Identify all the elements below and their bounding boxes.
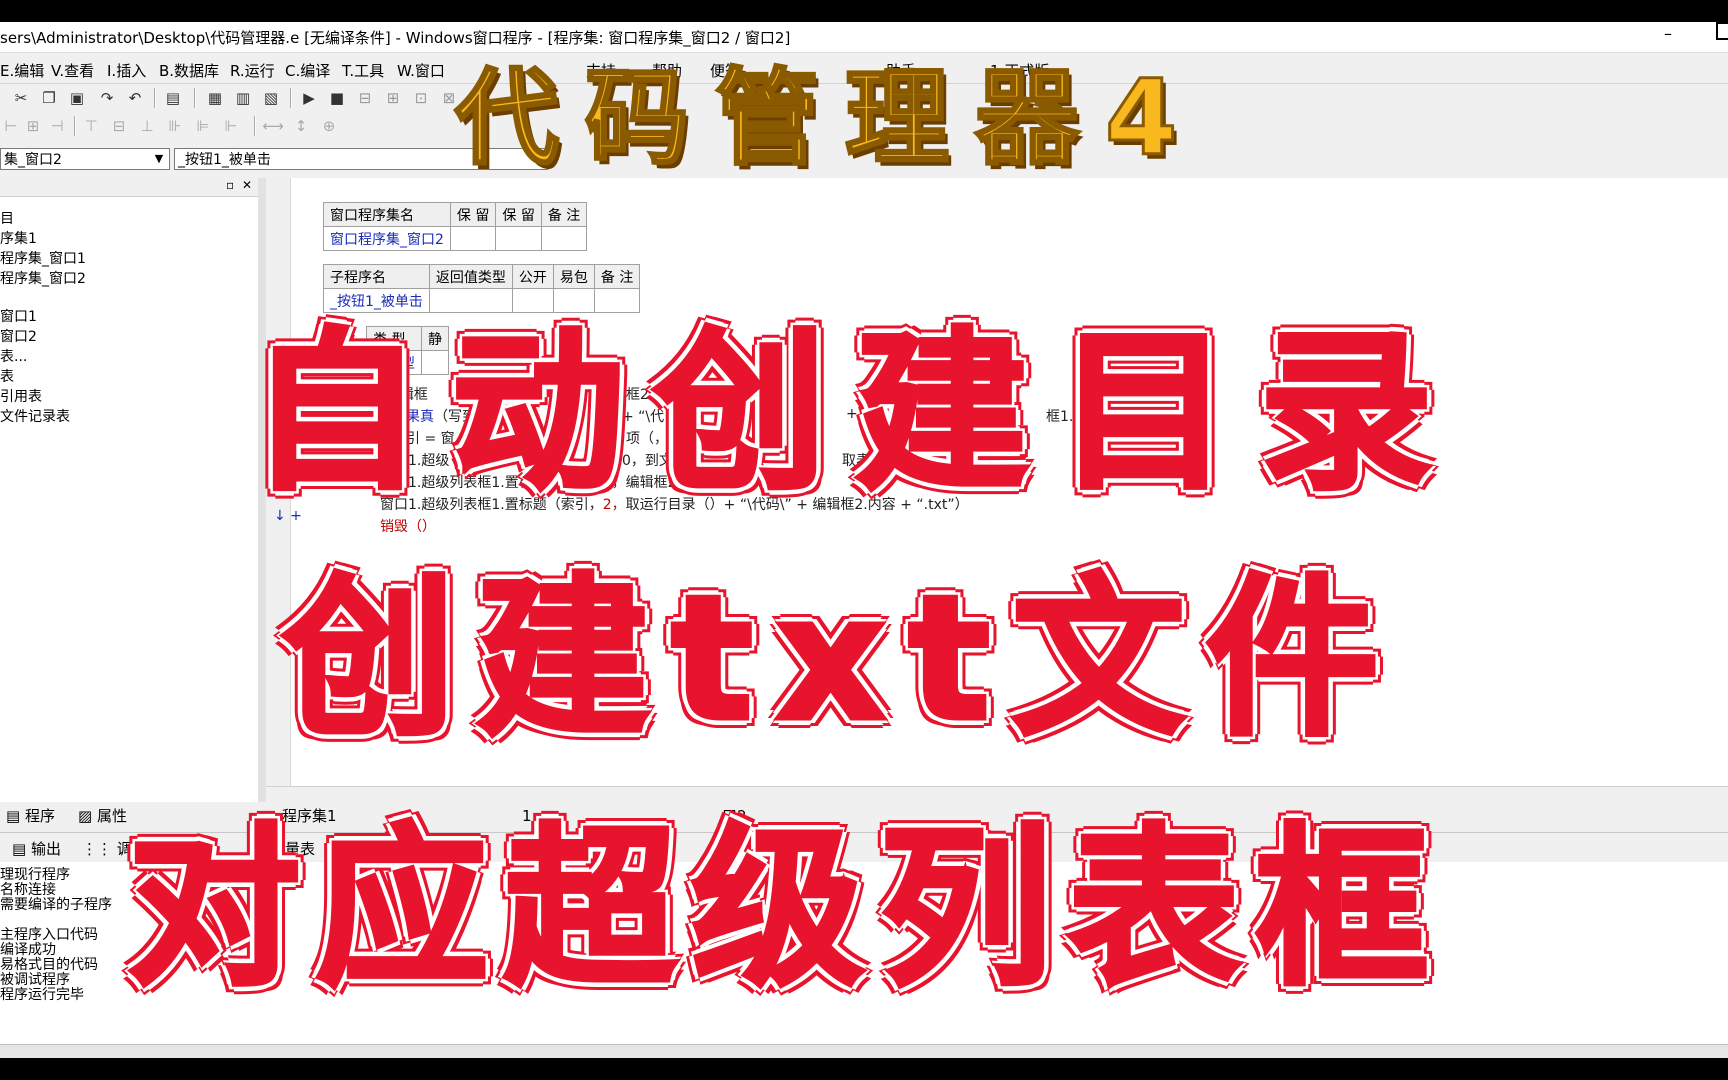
tab-program-label: 程序 [24,807,55,825]
toolbar-separator [154,88,156,108]
menu-view[interactable]: V.查看 [51,60,94,81]
menu-database[interactable]: B.数据库 [159,60,219,81]
align-middle-icon[interactable]: ⊟ [108,115,130,137]
table-cell[interactable] [540,226,588,251]
menu-run[interactable]: R.运行 [230,60,275,81]
align-top-icon[interactable]: ⊤ [80,115,102,137]
assembly-select[interactable]: 集_窗口2 ▼ [0,148,170,170]
same-size-icon[interactable]: ⊩ [220,115,242,137]
stop-icon[interactable]: ■ [326,87,348,109]
toolbar-separator [194,88,196,108]
copy-icon[interactable]: ❐ [38,87,60,109]
layout2-icon[interactable]: ▥ [232,87,254,109]
tree-item[interactable]: 程序集_窗口1 [0,248,86,268]
status-bar [0,1044,1728,1058]
menu-insert[interactable]: I.插入 [107,60,146,81]
tree-item[interactable]: 窗口1 [0,306,37,326]
tab-properties-label: 属性 [96,807,127,825]
assembly-select-value: 集_窗口2 [4,152,62,168]
overlay-caption-3: 对应超级列表框 [126,806,1444,1012]
overlay-title: 代码管理器4 [453,56,1204,181]
step-icon[interactable]: ⊟ [354,87,376,109]
align-left-icon[interactable]: ⊢ [0,115,22,137]
toolbar-separator [254,116,256,136]
float-icon[interactable]: ▫ [226,178,234,192]
redo-icon[interactable]: ↷ [96,87,118,109]
project-panel-header: ▫ ✕ [0,178,258,197]
tab-output-label: 输出 [30,840,61,858]
table-header: 保 留 [495,202,542,227]
tab-program[interactable]: ▤ 程序 [6,805,55,827]
table-header: 保 留 [449,202,497,227]
cut-icon[interactable]: ✂ [10,87,32,109]
maximize-button[interactable] [1716,22,1728,40]
paste-icon[interactable]: ▣ [66,87,88,109]
step-out-icon[interactable]: ⊡ [410,87,432,109]
menu-compile[interactable]: C.编译 [285,60,330,81]
menu-edit[interactable]: E.编辑 [0,60,44,81]
step-into-icon[interactable]: ⊞ [382,87,404,109]
toolbar-separator [74,116,76,136]
menu-tools[interactable]: T.工具 [342,60,384,81]
tree-item[interactable]: 表 [0,366,14,386]
center-icon[interactable]: ⊕ [318,115,340,137]
overlay-caption-2: 创建txt文件 [280,556,1401,762]
project-panel: ▫ ✕ 目 序集1 程序集_窗口1 程序集_窗口2 窗口1 窗口2 表... 表… [0,178,260,802]
subroutine-select-value: _按钮1_被单击 [178,152,271,168]
close-icon[interactable]: ✕ [242,178,252,192]
same-width-icon[interactable]: ⟷ [262,115,284,137]
run-icon[interactable]: ▶ [298,87,320,109]
tree-item[interactable]: 目 [0,208,14,228]
tab-output[interactable]: ▤ 输出 [12,838,61,860]
assembly-name-cell[interactable]: 窗口程序集_窗口2 [323,226,451,251]
space-v-icon[interactable]: ⊫ [192,115,214,137]
tree-item[interactable]: 表... [0,346,27,366]
layout3-icon[interactable]: ▧ [260,87,282,109]
table-header: 窗口程序集名 [323,202,451,227]
table-header: 备 注 [540,202,588,227]
minimize-button[interactable]: – [1664,24,1672,43]
tree-item[interactable]: 程序集_窗口2 [0,268,86,288]
table-cell[interactable] [495,226,542,251]
tree-item[interactable]: 窗口2 [0,326,37,346]
undo-icon[interactable]: ↶ [124,87,146,109]
menu-window[interactable]: W.窗口 [397,60,445,81]
tree-item[interactable]: 序集1 [0,228,37,248]
tree-item[interactable]: 文件记录表 [0,406,70,426]
align-right-icon[interactable]: ⊣ [46,115,68,137]
tree-item[interactable]: 引用表 [0,386,42,406]
toolbar-separator [290,88,292,108]
find-icon[interactable]: ▤ [162,87,184,109]
chevron-down-icon[interactable]: ▼ [151,150,167,168]
align-center-icon[interactable]: ⊞ [22,115,44,137]
output-line: 需要编译的子程序 [0,897,112,913]
space-h-icon[interactable]: ⊪ [164,115,186,137]
layout-icon[interactable]: ▦ [204,87,226,109]
overlay-caption-1: 自动创建目录 [248,310,1462,516]
same-height-icon[interactable]: ↕ [290,115,312,137]
output-line: 程序运行完毕 [0,987,84,1003]
tab-properties[interactable]: ▨ 属性 [78,805,127,827]
align-bottom-icon[interactable]: ⊥ [136,115,158,137]
table-cell[interactable] [449,226,497,251]
assembly-table: 窗口程序集名 保 留 保 留 备 注 窗口程序集_窗口2 [323,202,588,251]
